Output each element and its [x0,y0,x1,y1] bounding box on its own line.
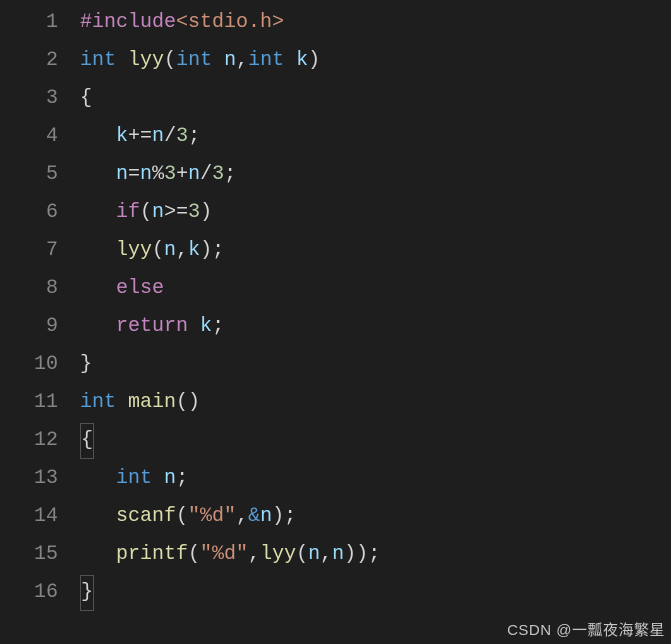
code-line: printf("%d",lyy(n,n)); [80,536,671,574]
code-line: else [80,270,671,308]
code-line: int main() [80,384,671,422]
line-number: 13 [0,460,58,498]
line-number: 1 [0,4,58,42]
line-number: 12 [0,422,58,460]
code-line: k+=n/3; [80,118,671,156]
line-number: 9 [0,308,58,346]
code-line: { [80,422,671,460]
line-number: 11 [0,384,58,422]
code-line: n=n%3+n/3; [80,156,671,194]
line-number: 10 [0,346,58,384]
code-line: } [80,346,671,384]
code-line: { [80,80,671,118]
watermark: CSDN @一瓢夜海繁星 [507,619,665,640]
line-number: 14 [0,498,58,536]
code-line: #include<stdio.h> [80,4,671,42]
line-number: 8 [0,270,58,308]
line-number: 7 [0,232,58,270]
code-line: int lyy(int n,int k) [80,42,671,80]
line-number: 6 [0,194,58,232]
code-line: return k; [80,308,671,346]
bracket-match: } [80,575,94,611]
code-area[interactable]: #include<stdio.h> int lyy(int n,int k) {… [80,4,671,612]
code-line: if(n>=3) [80,194,671,232]
code-line: scanf("%d",&n); [80,498,671,536]
code-line: int n; [80,460,671,498]
code-editor[interactable]: 1 2 3 4 5 6 7 8 9 10 11 12 13 14 15 16 #… [0,0,671,612]
line-number: 15 [0,536,58,574]
line-number: 5 [0,156,58,194]
line-number: 4 [0,118,58,156]
line-number: 2 [0,42,58,80]
bracket-match: { [80,423,94,459]
line-gutter: 1 2 3 4 5 6 7 8 9 10 11 12 13 14 15 16 [0,4,80,612]
code-line: } [80,574,671,612]
line-number: 16 [0,574,58,612]
line-number: 3 [0,80,58,118]
code-line: lyy(n,k); [80,232,671,270]
